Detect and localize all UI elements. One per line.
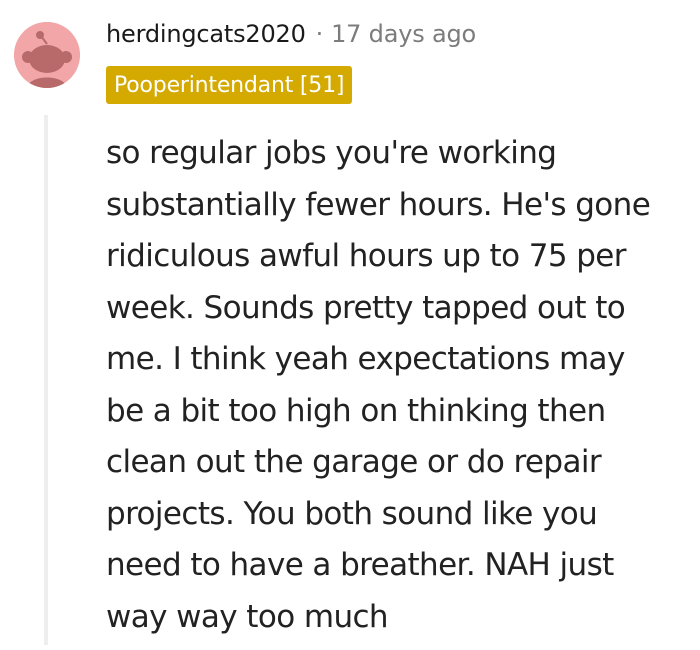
comment-meta: herdingcats2020 · 17 days ago	[106, 14, 476, 54]
comment-body-line: me. I think yeah expectations may	[106, 341, 625, 377]
comment-body-line: so regular jobs you're working	[106, 135, 557, 171]
comment-body-line: projects. You both sound like you	[106, 495, 598, 532]
comment-body-line: need to have a breather. NAH just	[106, 547, 614, 583]
comment: herdingcats2020 · 17 days ago Pooperinte…	[0, 0, 700, 650]
comment-body-line: substantially fewer hours. He's gone	[106, 186, 651, 223]
comment-body: so regular jobs you're working substanti…	[106, 128, 696, 643]
comment-body-line: week. Sounds pretty tapped out to	[106, 289, 626, 326]
username-link[interactable]: herdingcats2020	[106, 20, 306, 48]
meta-separator: ·	[315, 20, 324, 48]
user-flair-badge: Pooperintendant [51]	[106, 66, 353, 104]
snoo-avatar-icon[interactable]	[14, 22, 80, 88]
thread-collapse-line[interactable]	[44, 115, 48, 645]
comment-body-line: clean out the garage or do repair	[106, 444, 602, 480]
comment-body-line: way way too much	[106, 598, 389, 635]
comment-timestamp[interactable]: 17 days ago	[331, 20, 476, 48]
snoo-avatar-graphic	[14, 22, 80, 88]
comment-body-line: ridiculous awful hours up to 75 per	[106, 238, 627, 274]
comment-body-line: be a bit too high on thinking then	[106, 392, 606, 429]
